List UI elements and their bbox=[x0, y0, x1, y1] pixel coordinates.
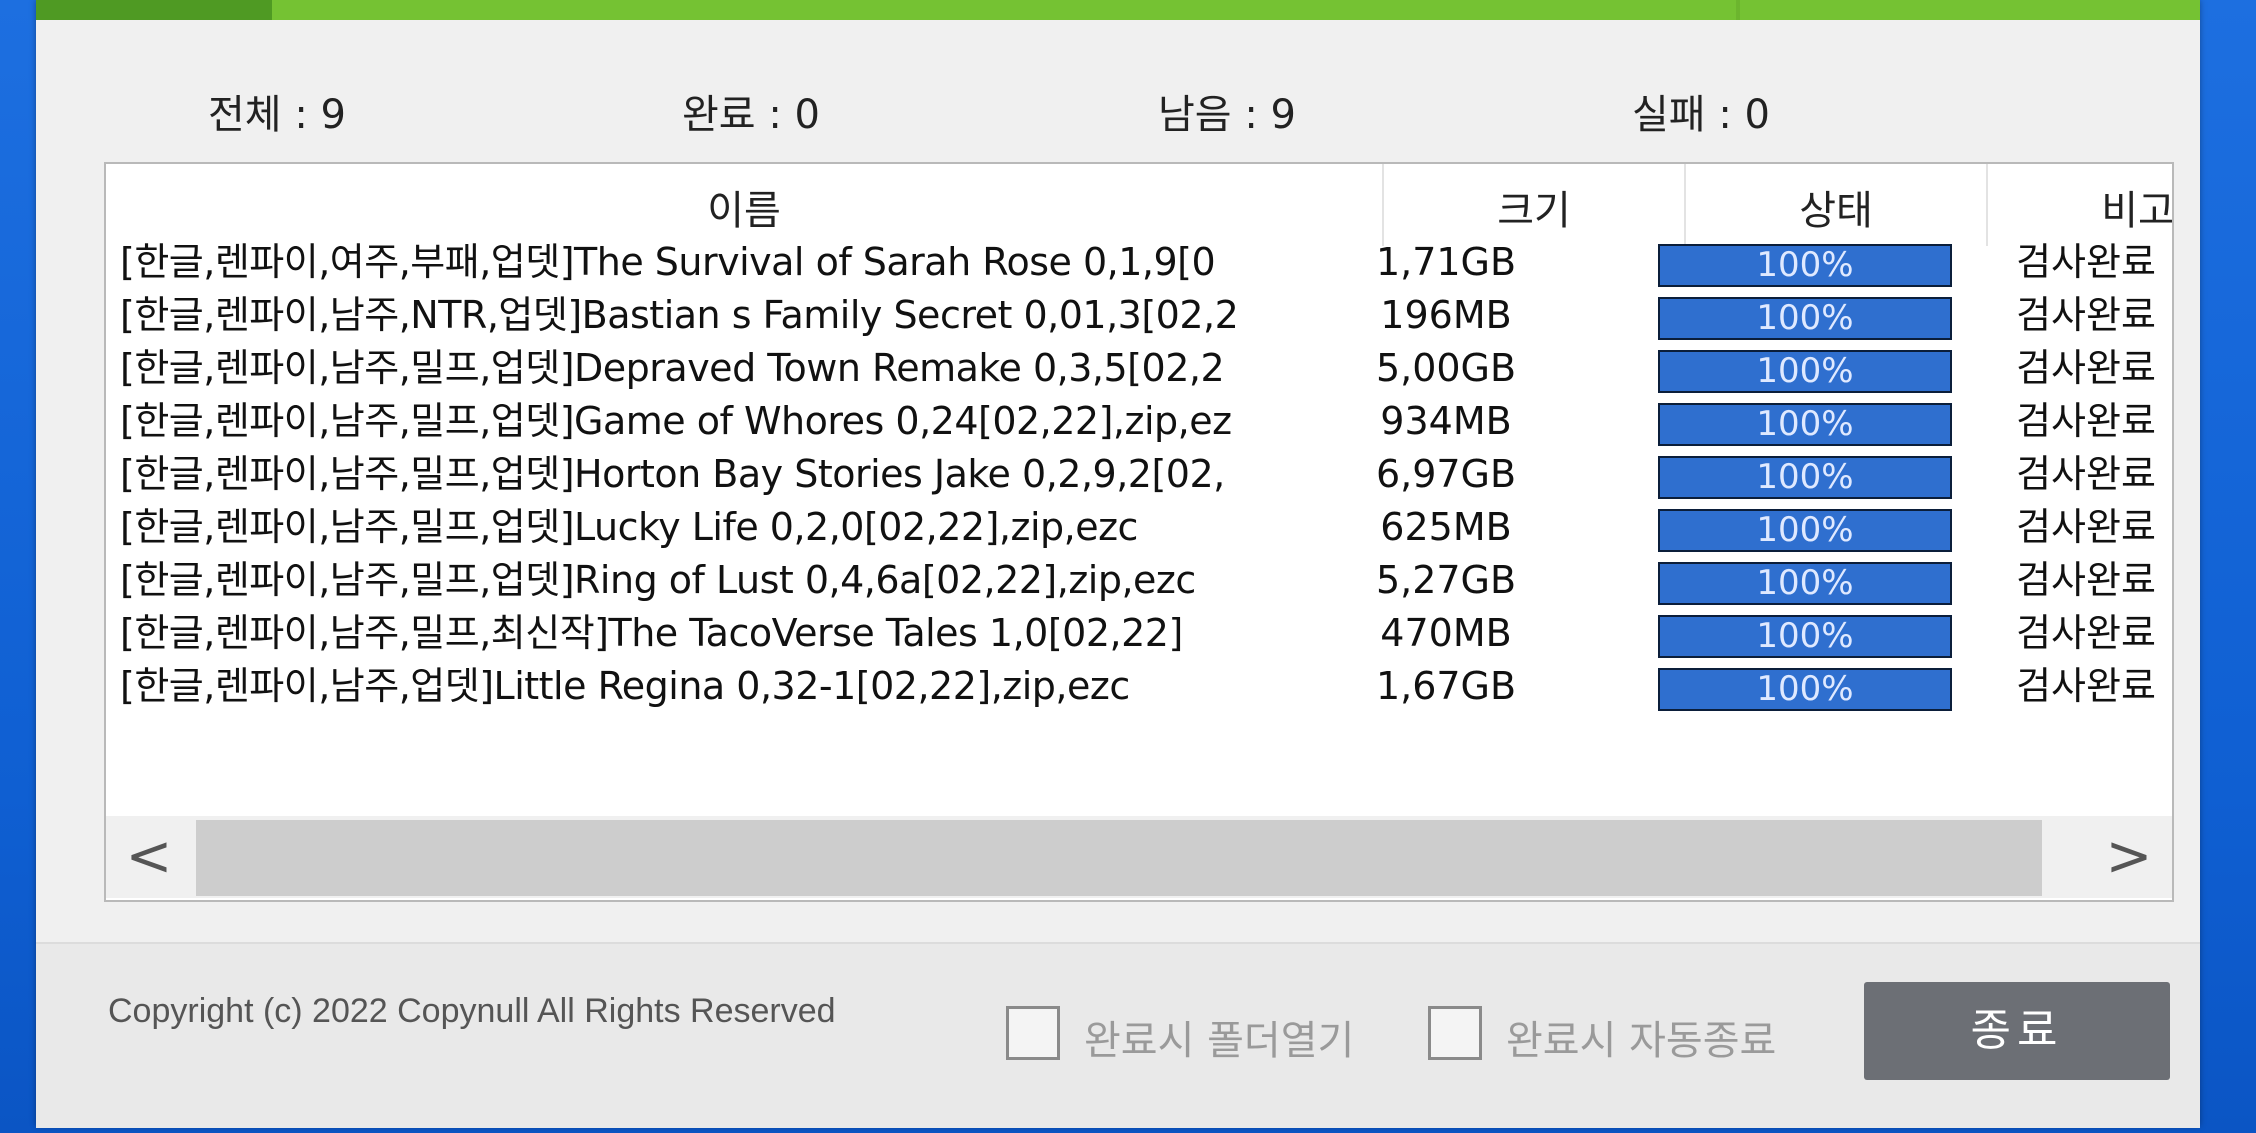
status-percent: 100% bbox=[1756, 563, 1854, 603]
file-note: 검사완료 bbox=[2016, 664, 2156, 708]
file-row[interactable]: [한글,렌파이,남주,밀프,업뎃]Horton Bay Stories Jake… bbox=[106, 448, 2172, 501]
file-size: 196MB bbox=[1380, 293, 1512, 337]
download-window: 전체 : 9 완료 : 0 남음 : 9 실패 : 0 이름 크기 상태 비고 … bbox=[36, 0, 2200, 1128]
file-row[interactable]: [한글,렌파이,여주,부패,업뎃]The Survival of Sarah R… bbox=[106, 236, 2172, 289]
file-name: [한글,렌파이,남주,밀프,업뎃]Horton Bay Stories Jake… bbox=[120, 452, 1225, 496]
overall-progress-bar bbox=[36, 0, 2200, 20]
scroll-left-arrow[interactable]: < bbox=[106, 816, 192, 898]
scrollbar-thumb[interactable] bbox=[196, 820, 2042, 896]
file-name: [한글,렌파이,남주,밀프,업뎃]Game of Whores 0,24[02,… bbox=[120, 399, 1232, 443]
file-name: [한글,렌파이,여주,부패,업뎃]The Survival of Sarah R… bbox=[120, 240, 1216, 284]
file-note: 검사완료 bbox=[2016, 399, 2156, 443]
column-header-status[interactable]: 상태 bbox=[1686, 178, 1986, 234]
status-percent: 100% bbox=[1756, 298, 1854, 338]
auto-exit-label[interactable]: 완료시 자동종료 bbox=[1506, 1008, 1776, 1066]
counter-completed: 완료 : 0 bbox=[682, 92, 820, 138]
open-folder-label[interactable]: 완료시 폴더열기 bbox=[1084, 1008, 1354, 1066]
status-progress-bar: 100% bbox=[1658, 456, 1952, 499]
copyright-text: Copyright (c) 2022 Copynull All Rights R… bbox=[108, 992, 836, 1030]
exit-button[interactable]: 종료 bbox=[1864, 982, 2170, 1080]
file-row[interactable]: [한글,렌파이,남주,밀프,업뎃]Lucky Life 0,2,0[02,22]… bbox=[106, 501, 2172, 554]
status-percent: 100% bbox=[1756, 616, 1854, 656]
file-size: 625MB bbox=[1380, 505, 1512, 549]
open-folder-on-complete-option[interactable]: 완료시 폴더열기 bbox=[1006, 1006, 1354, 1066]
file-row[interactable]: [한글,렌파이,남주,밀프,업뎃]Depraved Town Remake 0,… bbox=[106, 342, 2172, 395]
file-name: [한글,렌파이,남주,밀프,업뎃]Depraved Town Remake 0,… bbox=[120, 346, 1225, 390]
file-row[interactable]: [한글,렌파이,남주,밀프,업뎃]Game of Whores 0,24[02,… bbox=[106, 395, 2172, 448]
file-name: [한글,렌파이,남주,NTR,업뎃]Bastian s Family Secre… bbox=[120, 293, 1239, 337]
file-row[interactable]: [한글,렌파이,남주,업뎃]Little Regina 0,32-1[02,22… bbox=[106, 660, 2172, 713]
file-size: 5,00GB bbox=[1375, 346, 1517, 390]
status-progress-bar: 100% bbox=[1658, 350, 1952, 393]
status-progress-bar: 100% bbox=[1658, 615, 1952, 658]
auto-exit-on-complete-option[interactable]: 완료시 자동종료 bbox=[1428, 1006, 1776, 1066]
auto-exit-checkbox[interactable] bbox=[1428, 1006, 1482, 1060]
file-size: 470MB bbox=[1380, 611, 1512, 655]
file-note: 검사완료 bbox=[2016, 558, 2156, 602]
file-note: 검사완료 bbox=[2016, 505, 2156, 549]
counter-failed: 실패 : 0 bbox=[1632, 92, 1770, 138]
horizontal-scrollbar[interactable]: < > bbox=[106, 816, 2172, 898]
status-percent: 100% bbox=[1756, 457, 1854, 497]
file-note: 검사완료 bbox=[2016, 293, 2156, 337]
status-progress-bar: 100% bbox=[1658, 403, 1952, 446]
status-percent: 100% bbox=[1756, 245, 1854, 285]
scroll-right-arrow[interactable]: > bbox=[2086, 816, 2172, 898]
file-note: 검사완료 bbox=[2016, 452, 2156, 496]
file-note: 검사완료 bbox=[2016, 240, 2156, 284]
status-percent: 100% bbox=[1756, 404, 1854, 444]
status-progress-bar: 100% bbox=[1658, 668, 1952, 711]
status-percent: 100% bbox=[1756, 510, 1854, 550]
file-name: [한글,렌파이,남주,밀프,업뎃]Lucky Life 0,2,0[02,22]… bbox=[120, 505, 1138, 549]
status-progress-bar: 100% bbox=[1658, 509, 1952, 552]
progress-segment-divider bbox=[1736, 0, 1740, 20]
status-progress-bar: 100% bbox=[1658, 562, 1952, 605]
file-size: 6,97GB bbox=[1375, 452, 1517, 496]
file-size: 1,71GB bbox=[1375, 240, 1517, 284]
file-row[interactable]: [한글,렌파이,남주,NTR,업뎃]Bastian s Family Secre… bbox=[106, 289, 2172, 342]
counter-remaining: 남음 : 9 bbox=[1158, 92, 1296, 138]
status-progress-bar: 100% bbox=[1658, 244, 1952, 287]
counter-total: 전체 : 9 bbox=[208, 92, 346, 138]
file-list[interactable]: 이름 크기 상태 비고 [한글,렌파이,여주,부패,업뎃]The Surviva… bbox=[104, 162, 2174, 902]
column-header-note[interactable]: 비고 bbox=[1988, 178, 2172, 234]
file-size: 5,27GB bbox=[1375, 558, 1517, 602]
file-note: 검사완료 bbox=[2016, 346, 2156, 390]
file-row[interactable]: [한글,렌파이,남주,밀프,업뎃]Ring of Lust 0,4,6a[02,… bbox=[106, 554, 2172, 607]
status-progress-bar: 100% bbox=[1658, 297, 1952, 340]
column-header-size[interactable]: 크기 bbox=[1384, 178, 1684, 234]
footer: Copyright (c) 2022 Copynull All Rights R… bbox=[36, 942, 2200, 1128]
file-row[interactable]: [한글,렌파이,남주,밀프,최신작]The TacoVerse Tales 1,… bbox=[106, 607, 2172, 660]
file-name: [한글,렌파이,남주,밀프,최신작]The TacoVerse Tales 1,… bbox=[120, 611, 1183, 655]
progress-segment bbox=[36, 0, 272, 20]
file-name: [한글,렌파이,남주,업뎃]Little Regina 0,32-1[02,22… bbox=[120, 664, 1130, 708]
column-header-name[interactable]: 이름 bbox=[106, 178, 1382, 234]
file-size: 1,67GB bbox=[1375, 664, 1517, 708]
open-folder-checkbox[interactable] bbox=[1006, 1006, 1060, 1060]
file-name: [한글,렌파이,남주,밀프,업뎃]Ring of Lust 0,4,6a[02,… bbox=[120, 558, 1196, 602]
file-size: 934MB bbox=[1380, 399, 1512, 443]
status-percent: 100% bbox=[1756, 669, 1854, 709]
file-note: 검사완료 bbox=[2016, 611, 2156, 655]
status-percent: 100% bbox=[1756, 351, 1854, 391]
counters-row: 전체 : 9 완료 : 0 남음 : 9 실패 : 0 bbox=[36, 82, 2200, 138]
